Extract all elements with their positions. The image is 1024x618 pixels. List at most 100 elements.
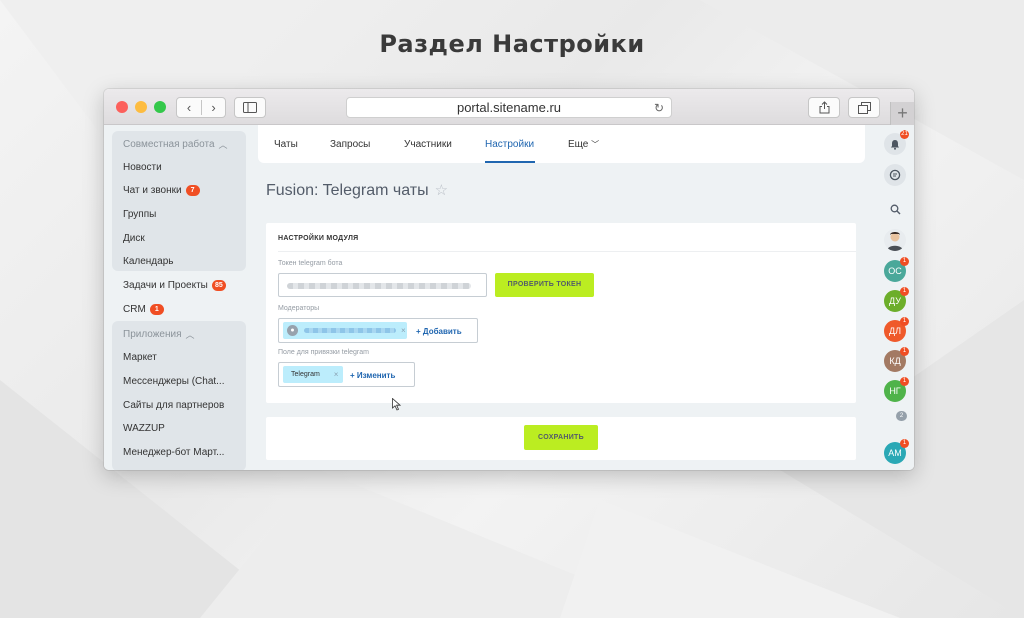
counter-badge: 7 (185, 185, 200, 196)
save-panel: СОХРАНИТЬ (266, 417, 856, 460)
group-title-label: Приложения (123, 329, 182, 340)
avatar-badge: 1 (900, 257, 909, 266)
browser-window: ‹ › portal.sitename.ru ↻ + Совместная ра… (104, 89, 914, 470)
sidebar-toggle-icon[interactable] (234, 97, 266, 118)
binding-tag: Telegram × (283, 366, 343, 383)
address-bar[interactable]: portal.sitename.ru ↻ (346, 97, 672, 118)
sidebar-item-label: Задачи и Проекты (123, 280, 208, 291)
sidebar-item-crm[interactable]: CRM 1 (123, 304, 164, 315)
check-token-button[interactable]: ПРОВЕРИТЬ ТОКЕН (495, 273, 594, 297)
avatar-initials: АМ (888, 448, 902, 458)
tab-settings[interactable]: Настройки (485, 139, 534, 150)
close-window-button[interactable] (116, 101, 128, 113)
chevron-up-icon: ︿ (185, 330, 195, 340)
sidebar-item-label: Новости (123, 162, 162, 173)
mouse-cursor-icon (392, 397, 402, 414)
url-text: portal.sitename.ru (456, 100, 562, 115)
tab-chats[interactable]: Чаты (274, 139, 298, 150)
avatar-badge: 1 (900, 317, 909, 326)
moderator-name-blurred (304, 328, 396, 333)
maximize-window-button[interactable] (154, 101, 166, 113)
new-tab-button[interactable]: + (890, 102, 914, 125)
sidebar-item-label: WAZZUP (123, 423, 165, 434)
avatar-initials: ДЛ (888, 326, 901, 336)
tab-requests[interactable]: Запросы (330, 139, 370, 150)
reload-icon[interactable]: ↻ (654, 99, 664, 118)
sidebar-item-market[interactable]: Маркет (123, 352, 157, 363)
tabs-icon[interactable] (848, 97, 880, 118)
sidebar-item-news[interactable]: Новости (123, 162, 162, 173)
more-contacts-count[interactable]: 2 (896, 411, 907, 421)
sidebar-item-label: Чат и звонки (123, 185, 182, 196)
sidebar-item-wazzup[interactable]: WAZZUP (123, 423, 165, 434)
counter-badge: 1 (149, 304, 164, 315)
share-icon[interactable] (808, 97, 840, 118)
token-input[interactable] (278, 273, 487, 297)
contact-avatar-dl[interactable]: ДЛ 1 (884, 317, 909, 342)
chevron-up-icon: ︿ (218, 140, 228, 150)
sidebar-item-label: Менеджер-бот Март... (123, 447, 225, 458)
contact-avatar-ng[interactable]: НГ 1 (884, 377, 909, 402)
sidebar-group-title-collaboration[interactable]: Совместная работа ︿ (123, 138, 228, 151)
token-label: Токен telegram бота (278, 260, 343, 267)
sidebar-item-chat[interactable]: Чат и звонки 7 (123, 185, 200, 196)
remove-tag-icon[interactable]: × (334, 370, 339, 379)
sidebar-item-groups[interactable]: Группы (123, 209, 156, 220)
contact-avatar-du[interactable]: ДУ 1 (884, 287, 909, 312)
avatar-badge: 1 (900, 347, 909, 356)
chat-icon[interactable] (884, 164, 906, 186)
section-divider (278, 251, 856, 252)
notification-badge: 21 (900, 130, 909, 139)
sidebar-item-label: Календарь (123, 256, 174, 267)
search-icon[interactable] (884, 198, 906, 220)
sidebar-item-label: Диск (123, 233, 145, 244)
sidebar-item-label: Сайты для партнеров (123, 400, 225, 411)
sidebar-item-manager-bot[interactable]: Менеджер-бот Март... (123, 447, 224, 458)
page-title: Fusion: Telegram чаты ☆ (266, 181, 448, 200)
avatar-initials: ОС (888, 266, 902, 276)
user-avatar-icon: ● (287, 325, 298, 336)
avatar-initials: ДУ (889, 296, 901, 306)
user-avatar[interactable] (884, 229, 906, 251)
sidebar-item-partner-sites[interactable]: Сайты для партнеров (123, 400, 224, 411)
forward-arrow-icon[interactable]: › (200, 100, 225, 115)
chevron-down-icon: ﹀ (591, 140, 600, 149)
page-headline: Раздел Настройки (379, 30, 645, 58)
sidebar-item-label: Группы (123, 209, 157, 220)
moderators-selector[interactable]: ● × + Добавить (278, 318, 478, 343)
group-title-label: Совместная работа (123, 139, 215, 150)
sidebar-item-messengers[interactable]: Мессенджеры (Chat... (123, 376, 225, 387)
contact-avatar-am[interactable]: АМ 1 (884, 439, 909, 464)
browser-titlebar: ‹ › portal.sitename.ru ↻ + (104, 89, 914, 125)
sidebar-item-calendar[interactable]: Календарь (123, 256, 173, 267)
tab-participants[interactable]: Участники (404, 139, 452, 150)
bell-icon[interactable]: 21 (884, 130, 909, 155)
sidebar-item-disk[interactable]: Диск (123, 233, 145, 244)
module-settings-card: НАСТРОЙКИ МОДУЛЯ Токен telegram бота ПРО… (266, 223, 856, 403)
save-button[interactable]: СОХРАНИТЬ (524, 425, 598, 450)
app-area: Совместная работа ︿ Новости Чат и звонки 7… (104, 125, 914, 470)
avatar-initials: НГ (889, 386, 901, 396)
avatar-badge: 1 (900, 377, 909, 386)
back-arrow-icon[interactable]: ‹ (177, 100, 201, 115)
section-title: НАСТРОЙКИ МОДУЛЯ (278, 235, 359, 242)
moderators-label: Модераторы (278, 305, 320, 312)
contact-avatar-kd[interactable]: КД 1 (884, 347, 909, 372)
sidebar-group-title-apps[interactable]: Приложения ︿ (123, 328, 195, 341)
tab-bar: Чаты Запросы Участники Настройки Еще ﹀ (258, 125, 865, 163)
binding-field-selector[interactable]: Telegram × + Изменить (278, 362, 415, 387)
change-field-link[interactable]: + Изменить (350, 371, 395, 380)
avatar-initials: КД (889, 356, 901, 366)
tab-more[interactable]: Еще ﹀ (568, 139, 599, 150)
sidebar-item-label: CRM (123, 304, 146, 315)
history-nav: ‹ › (176, 97, 226, 118)
sidebar-item-tasks[interactable]: Задачи и Проекты 85 (123, 280, 226, 291)
remove-tag-icon[interactable]: × (401, 326, 406, 335)
star-icon[interactable]: ☆ (435, 182, 448, 199)
add-moderator-link[interactable]: + Добавить (416, 327, 462, 336)
right-sidebar: 21 ОС 1 ДУ 1 ДЛ 1 КД 1 НГ 1 2 АМ 1 (874, 125, 914, 470)
contact-avatar-os[interactable]: ОС 1 (884, 257, 909, 282)
token-value-blurred (287, 283, 471, 289)
sidebar-item-label: Мессенджеры (Chat... (123, 376, 225, 387)
minimize-window-button[interactable] (135, 101, 147, 113)
